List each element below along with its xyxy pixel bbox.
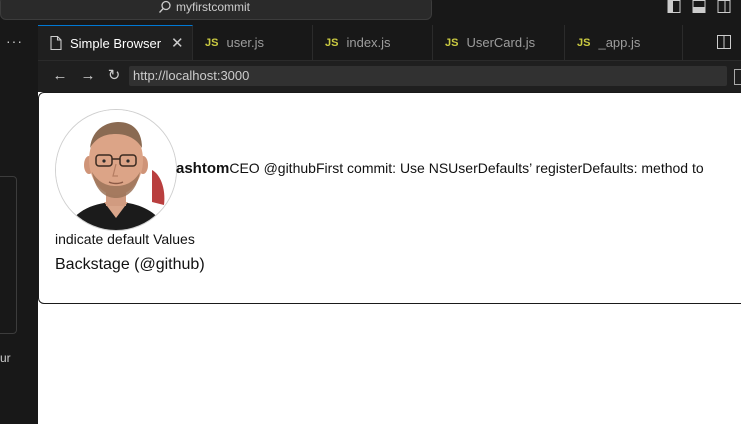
tab-label: Simple Browser: [70, 35, 162, 51]
user-info-line: ashtomCEO @githubFirst commit: Use NSUse…: [176, 160, 704, 177]
company-label: Backstage (@github): [55, 256, 205, 273]
title-bar: myfirstcommit: [0, 0, 741, 25]
tab-simple-browser[interactable]: Simple Browser ✕: [38, 25, 193, 60]
commit-prefix: First commit:: [315, 160, 400, 176]
tab-app-js[interactable]: JS _app.js: [565, 25, 683, 60]
toggle-primary-sidebar-icon[interactable]: [667, 0, 681, 14]
close-icon[interactable]: ✕: [171, 34, 184, 52]
command-center-search[interactable]: myfirstcommit: [0, 0, 432, 20]
back-arrow-icon[interactable]: ←: [52, 68, 68, 84]
username: ashtom: [176, 160, 230, 177]
split-editor-icon[interactable]: [717, 35, 731, 49]
javascript-file-icon: JS: [577, 36, 591, 49]
commit-message-continued: indicate default Values: [55, 231, 195, 247]
browser-viewport: ashtomCEO @githubFirst commit: Use NSUse…: [38, 92, 741, 424]
reload-icon[interactable]: ↻: [106, 68, 122, 84]
tab-label: user.js: [226, 35, 265, 50]
sidebar-text-fragment: ur: [0, 351, 11, 365]
commit-message: Use NSUserDefaults’ registerDefaults: me…: [399, 160, 704, 176]
sidebar: ··· ur: [0, 25, 39, 424]
forward-arrow-icon[interactable]: →: [80, 68, 96, 84]
tab-label: index.js: [346, 35, 391, 50]
tab-usercard-js[interactable]: JS UserCard.js: [433, 25, 565, 60]
tab-user-js[interactable]: JS user.js: [193, 25, 313, 60]
url-input[interactable]: http://localhost:3000: [129, 66, 727, 86]
user-bio: CEO @github: [229, 160, 316, 176]
tab-index-js[interactable]: JS index.js: [313, 25, 433, 60]
search-icon: [159, 0, 171, 13]
tab-label: _app.js: [598, 35, 641, 50]
javascript-file-icon: JS: [325, 36, 339, 49]
tab-label: UserCard.js: [466, 35, 536, 50]
javascript-file-icon: JS: [205, 36, 219, 49]
browser-toolbar: ← → ↻ http://localhost:3000: [38, 61, 741, 92]
document-icon: [50, 36, 62, 50]
toggle-secondary-sidebar-icon[interactable]: [717, 0, 731, 14]
more-actions-icon[interactable]: ···: [6, 33, 23, 49]
toggle-panel-icon[interactable]: [692, 0, 706, 14]
avatar: [55, 109, 177, 231]
open-in-browser-icon[interactable]: [734, 69, 741, 85]
javascript-file-icon: JS: [445, 36, 459, 49]
user-card: ashtomCEO @githubFirst commit: Use NSUse…: [38, 92, 741, 304]
avatar-portrait-image: [56, 110, 176, 230]
search-text: myfirstcommit: [176, 0, 250, 14]
sidebar-panel: [0, 176, 17, 334]
editor-tab-bar: Simple Browser ✕ JS user.js JS index.js …: [38, 25, 741, 61]
